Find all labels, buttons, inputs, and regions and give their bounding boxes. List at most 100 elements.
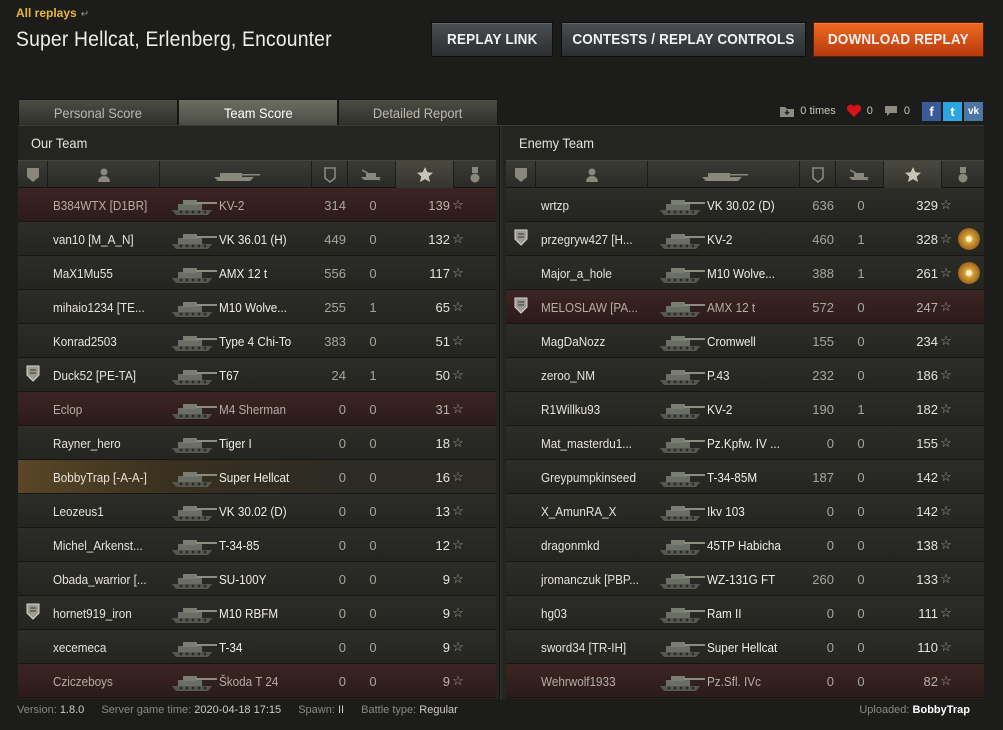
tank-name: M10 Wolve...	[707, 256, 797, 290]
player-row[interactable]: X_AmunRA_X Ikv 103 0 0 142 ☆	[506, 494, 984, 528]
player-row[interactable]: wrtzp VK 30.02 (D) 636 0 329 ☆	[506, 188, 984, 222]
player-name[interactable]: zeroo_NM	[541, 358, 661, 392]
tab-personal-score[interactable]: Personal Score	[18, 99, 178, 126]
player-name-text: hg03	[541, 605, 568, 621]
player-row[interactable]: R1Willku93 KV-2 190 1 182 ☆	[506, 392, 984, 426]
player-row[interactable]: BobbyTrap [-A-A-] Super Hellcat 0 0 16 ☆	[18, 460, 496, 494]
player-name[interactable]: Wehrwolf1933	[541, 664, 661, 698]
player-name[interactable]: Greypumpkinseed	[541, 460, 661, 494]
badge-cell	[22, 664, 44, 698]
uploader-link[interactable]: BobbyTrap	[913, 704, 970, 716]
player-name[interactable]: R1Willku93	[541, 392, 661, 426]
player-name[interactable]: Leozeus1	[53, 494, 173, 528]
player-name[interactable]: Obada_warrior [...	[53, 562, 173, 596]
player-name[interactable]: MELOSLAW [PA...	[541, 290, 661, 324]
player-name[interactable]: wrtzp	[541, 188, 661, 222]
player-row[interactable]: van10 [M_A_N] VK 36.01 (H) 449 0 132 ☆	[18, 222, 496, 256]
player-name[interactable]: Michel_Arkenst...	[53, 528, 173, 562]
all-replays-link[interactable]: All replays ↵	[16, 6, 89, 20]
player-row[interactable]: MagDaNozz Cromwell 155 0 234 ☆	[506, 324, 984, 358]
tab-detailed-report[interactable]: Detailed Report	[338, 99, 498, 126]
player-row[interactable]: Mat_masterdu1... Pz.Kpfw. IV ... 0 0 155 ☆	[506, 426, 984, 460]
player-row[interactable]: Michel_Arkenst... T-34-85 0 0 12 ☆	[18, 528, 496, 562]
player-name[interactable]: xecemeca	[53, 630, 173, 664]
player-row[interactable]: MELOSLAW [PA... AMX 12 t 572 0 247 ☆	[506, 290, 984, 324]
vehicle-column-icon[interactable]	[648, 161, 800, 188]
player-name[interactable]: van10 [M_A_N]	[53, 222, 173, 256]
replay-link-button[interactable]: REPLAY LINK	[431, 22, 553, 57]
damage-column-icon[interactable]	[800, 161, 836, 188]
player-row[interactable]: B384WTX [D1BR] KV-2 314 0 139 ☆	[18, 188, 496, 222]
twitter-share-icon[interactable]: t	[943, 101, 962, 121]
vk-share-icon[interactable]: vk	[964, 101, 983, 121]
player-row[interactable]: Eclop M4 Sherman 0 0 31 ☆	[18, 392, 496, 426]
medal-icon[interactable]: ✹	[958, 262, 980, 284]
player-name[interactable]: Eclop	[53, 392, 173, 426]
damage-column-icon[interactable]	[312, 161, 348, 188]
player-row[interactable]: dragonmkd 45TP Habicha 0 0 138 ☆	[506, 528, 984, 562]
tank-image-icon	[168, 494, 220, 528]
player-row[interactable]: Konrad2503 Type 4 Chi-To 383 0 51 ☆	[18, 324, 496, 358]
version-info: Version: 1.8.0	[17, 704, 84, 716]
player-name[interactable]: Mat_masterdu1...	[541, 426, 661, 460]
badge-column-icon[interactable]	[18, 161, 48, 188]
kills-value: 0	[369, 571, 377, 587]
our-team: Our Team B384WTX [D1BR] KV-2 314 0 139 ☆ van10…	[18, 126, 496, 700]
player-name[interactable]: mihaio1234 [TE...	[53, 290, 173, 324]
medal-column-icon[interactable]	[942, 161, 984, 188]
player-row[interactable]: jromanczuk [PBP... WZ-131G FT 260 0 133 ☆	[506, 562, 984, 596]
medal-column-icon[interactable]	[454, 161, 496, 188]
player-name[interactable]: sword34 [TR-IH]	[541, 630, 661, 664]
player-name[interactable]: Major_a_hole	[541, 256, 661, 290]
kills-column-icon[interactable]	[348, 161, 396, 188]
player-name[interactable]: Cziczeboys	[53, 664, 173, 698]
player-row[interactable]: mihaio1234 [TE... M10 Wolve... 255 1 65 ☆	[18, 290, 496, 324]
player-name[interactable]: przegryw427 [H...	[541, 222, 661, 256]
badge-column-icon[interactable]	[506, 161, 536, 188]
player-name[interactable]: hg03	[541, 596, 661, 630]
player-row[interactable]: zeroo_NM P.43 232 0 186 ☆	[506, 358, 984, 392]
player-name[interactable]: B384WTX [D1BR]	[53, 188, 173, 222]
player-row[interactable]: Greypumpkinseed T-34-85M 187 0 142 ☆	[506, 460, 984, 494]
player-name[interactable]: X_AmunRA_X	[541, 494, 661, 528]
kills-value: 0	[857, 537, 865, 553]
player-row[interactable]: Cziczeboys Škoda T 24 0 0 9 ☆	[18, 664, 496, 698]
player-row[interactable]: hornet919_iron M10 RBFM 0 0 9 ☆	[18, 596, 496, 630]
player-row[interactable]: hg03 Ram II 0 0 111 ☆	[506, 596, 984, 630]
player-name[interactable]: dragonmkd	[541, 528, 661, 562]
medal-icon[interactable]: ✹	[958, 228, 980, 250]
player-name[interactable]: Rayner_hero	[53, 426, 173, 460]
comment-icon[interactable]	[883, 104, 899, 118]
vehicle-column-icon[interactable]	[160, 161, 312, 188]
player-name-text: Greypumpkinseed	[541, 469, 636, 485]
player-row[interactable]: sword34 [TR-IH] Super Hellcat 0 0 110 ☆	[506, 630, 984, 664]
player-name[interactable]: Duck52 [PE-TA]	[53, 358, 173, 392]
player-name[interactable]: hornet919_iron	[53, 596, 173, 630]
player-row[interactable]: Leozeus1 VK 30.02 (D) 0 0 13 ☆	[18, 494, 496, 528]
player-name[interactable]: BobbyTrap [-A-A-]	[53, 460, 173, 494]
tab-team-score[interactable]: Team Score	[178, 99, 338, 126]
download-replay-button[interactable]: DOWNLOAD REPLAY	[813, 22, 984, 57]
player-row[interactable]: Obada_warrior [... SU-100Y 0 0 9 ☆	[18, 562, 496, 596]
contests-button[interactable]: CONTESTS / REPLAY CONTROLS	[561, 22, 806, 57]
player-name[interactable]: MagDaNozz	[541, 324, 661, 358]
like-heart-icon[interactable]	[846, 104, 862, 118]
player-name[interactable]: jromanczuk [PBP...	[541, 562, 661, 596]
player-name[interactable]: MaX1Mu55	[53, 256, 173, 290]
xp-column-icon[interactable]	[396, 161, 454, 188]
player-row[interactable]: przegryw427 [H... KV-2 460 1 328 ☆ ✹	[506, 222, 984, 256]
player-name[interactable]: Konrad2503	[53, 324, 173, 358]
facebook-share-icon[interactable]: f	[922, 101, 941, 121]
player-row[interactable]: xecemeca T-34 0 0 9 ☆	[18, 630, 496, 664]
player-row[interactable]: Rayner_hero Tiger I 0 0 18 ☆	[18, 426, 496, 460]
xp-column-icon[interactable]	[884, 161, 942, 188]
all-replays-label[interactable]: All replays	[16, 6, 77, 20]
kills-column-icon[interactable]	[836, 161, 884, 188]
player-row[interactable]: MaX1Mu55 AMX 12 t 556 0 117 ☆	[18, 256, 496, 290]
xp-value: 328	[916, 231, 938, 247]
player-row[interactable]: Duck52 [PE-TA] T67 24 1 50 ☆	[18, 358, 496, 392]
player-column-icon[interactable]	[536, 161, 648, 188]
player-row[interactable]: Wehrwolf1933 Pz.Sfl. IVc 0 0 82 ☆	[506, 664, 984, 698]
player-column-icon[interactable]	[48, 161, 160, 188]
player-row[interactable]: Major_a_hole M10 Wolve... 388 1 261 ☆ ✹	[506, 256, 984, 290]
